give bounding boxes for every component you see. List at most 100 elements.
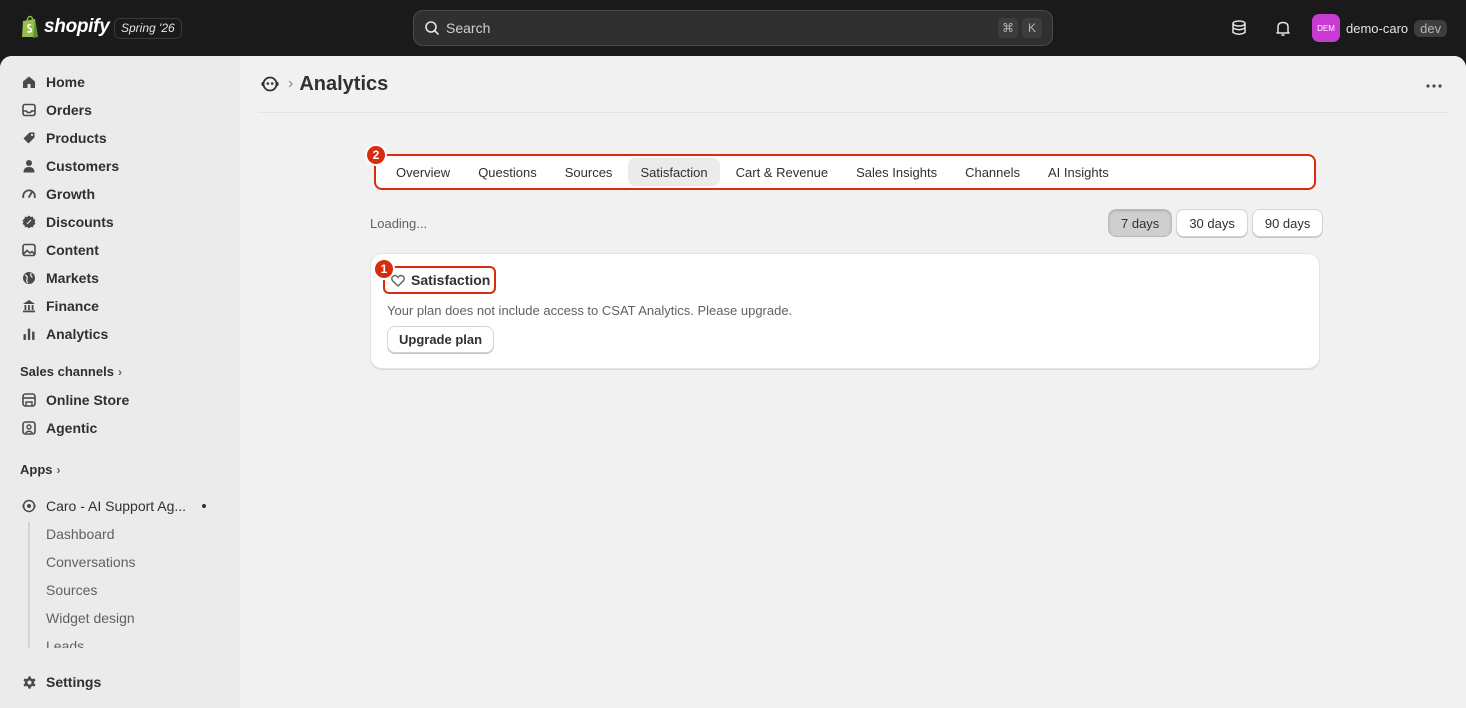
apps-header[interactable]: Apps › (20, 462, 61, 477)
sidebar-item-label: Products (46, 130, 107, 146)
loading-text: Loading... (370, 216, 428, 231)
sidebar-item-label: Customers (46, 158, 120, 174)
sidebar-item-label: Settings (46, 674, 102, 690)
sidebar: Home Orders Products Customers Growth Di… (0, 56, 240, 708)
search-input[interactable] (446, 20, 994, 36)
breadcrumb-separator: › (288, 75, 294, 92)
shopify-bag-icon (22, 15, 38, 38)
sidebar-item-markets[interactable]: Markets (12, 264, 228, 292)
page-title: Analytics (299, 72, 389, 95)
sidebar-item-analytics[interactable]: Analytics (12, 320, 228, 348)
analytics-tabs: Overview Questions Sources Satisfaction … (374, 154, 1316, 190)
tab-channels[interactable]: Channels (953, 158, 1032, 186)
range-30-days-button[interactable]: 30 days (1176, 209, 1248, 237)
image-icon (20, 241, 38, 259)
sidebar-item-growth[interactable]: Growth (12, 180, 228, 208)
sidebar-item-label: Discounts (46, 214, 114, 230)
sidebar-item-label: Orders (46, 102, 92, 118)
annotation-badge-2: 2 (365, 144, 387, 166)
tab-cart-revenue[interactable]: Cart & Revenue (724, 158, 841, 186)
main-content: › Analytics Overview Questions Sources S… (240, 56, 1466, 708)
tab-questions[interactable]: Questions (466, 158, 549, 186)
more-actions-button[interactable] (1422, 74, 1446, 98)
shopify-logo[interactable]: shopify (20, 15, 110, 39)
gear-icon (20, 673, 38, 691)
sidebar-item-settings[interactable]: Settings (12, 668, 228, 696)
chevron-right-icon: › (117, 364, 122, 379)
range-7-days-button[interactable]: 7 days (1108, 209, 1173, 237)
caro-app-icon (20, 497, 38, 515)
sidebar-item-label: Analytics (46, 326, 109, 342)
sidebar-item-products[interactable]: Products (12, 124, 228, 152)
sales-channels-label: Sales channels (20, 364, 114, 379)
annotation-badge-1: 1 (373, 258, 395, 280)
page-header: › Analytics (258, 56, 1448, 113)
sidebar-item-label: Finance (46, 298, 99, 314)
store-icon (20, 391, 38, 409)
sidebar-item-label: Markets (46, 270, 99, 286)
sidebar-subitem-conversations[interactable]: Conversations (46, 554, 136, 570)
gauge-icon (20, 185, 38, 203)
app-status-dot (202, 504, 206, 508)
sidebar-item-label: Content (46, 242, 99, 258)
sidebar-item-label: Online Store (46, 392, 130, 408)
upgrade-message: Your plan does not include access to CSA… (387, 303, 793, 318)
shortcut-cmd: ⌘ (998, 18, 1018, 38)
sidebar-item-caro-app[interactable]: Caro - AI Support Ag... (12, 492, 228, 520)
sidebar-item-label: Growth (46, 186, 95, 202)
dev-badge: dev (1414, 19, 1448, 37)
person-icon (20, 157, 38, 175)
sidebar-subitem-widget-design[interactable]: Widget design (46, 610, 135, 626)
heart-icon (391, 274, 405, 287)
globe-icon (20, 269, 38, 287)
sidebar-item-discounts[interactable]: Discounts (12, 208, 228, 236)
date-range-group: 7 days 30 days 90 days (1108, 209, 1324, 237)
caro-app-icon[interactable] (260, 74, 280, 94)
shortcut-key: K (1022, 18, 1042, 38)
tab-overview[interactable]: Overview (384, 158, 462, 186)
bank-icon (20, 297, 38, 315)
ellipsis-icon (1426, 84, 1442, 88)
search-icon (425, 21, 439, 35)
main-shell: Home Orders Products Customers Growth Di… (0, 56, 1466, 708)
sidebar-item-label: Home (46, 74, 85, 90)
store-name: demo-caro (1346, 20, 1409, 36)
tag-icon (20, 129, 38, 147)
sidebar-item-customers[interactable]: Customers (12, 152, 228, 180)
top-bar: shopify Spring '26 ⌘ K DEM demo-caro dev (0, 0, 1466, 56)
upgrade-plan-button[interactable]: Upgrade plan (387, 326, 495, 353)
edition-badge: Spring '26 (114, 18, 182, 39)
search-bar[interactable]: ⌘ K (413, 10, 1053, 46)
bell-icon[interactable] (1272, 17, 1294, 39)
sidebar-item-content[interactable]: Content (12, 236, 228, 264)
tab-satisfaction[interactable]: Satisfaction (628, 158, 720, 186)
tab-sources[interactable]: Sources (553, 158, 625, 186)
sidebar-subitem-leads[interactable]: Leads (46, 638, 84, 648)
brand-name: shopify (44, 16, 110, 37)
home-icon (20, 73, 38, 91)
sidebar-item-agentic[interactable]: Agentic (12, 414, 228, 442)
sidebar-subitem-sources[interactable]: Sources (46, 582, 97, 598)
sidebar-clip: Leads (0, 632, 240, 648)
inbox-icon (20, 101, 38, 119)
sidebar-item-online-store[interactable]: Online Store (12, 386, 228, 414)
sidebar-item-home[interactable]: Home (12, 68, 228, 96)
card-title-text: Satisfaction (411, 272, 491, 288)
store-switcher[interactable]: DEM demo-caro dev (1312, 14, 1448, 42)
sales-channels-header[interactable]: Sales channels › (20, 364, 122, 379)
sidebar-item-label: Caro - AI Support Ag... (46, 498, 187, 514)
chevron-right-icon: › (56, 462, 61, 477)
tab-ai-insights[interactable]: AI Insights (1036, 158, 1121, 186)
agent-icon (20, 419, 38, 437)
satisfaction-card: Satisfaction Your plan does not include … (370, 253, 1320, 369)
card-title: Satisfaction (383, 266, 497, 294)
range-90-days-button[interactable]: 90 days (1251, 209, 1324, 237)
sidebar-item-finance[interactable]: Finance (12, 292, 228, 320)
sidebar-subitem-dashboard[interactable]: Dashboard (46, 526, 115, 542)
database-icon[interactable] (1228, 17, 1250, 39)
store-avatar: DEM (1312, 14, 1340, 42)
sidebar-item-orders[interactable]: Orders (12, 96, 228, 124)
apps-label: Apps (20, 462, 53, 477)
tab-sales-insights[interactable]: Sales Insights (844, 158, 949, 186)
sidebar-item-label: Agentic (46, 420, 98, 436)
